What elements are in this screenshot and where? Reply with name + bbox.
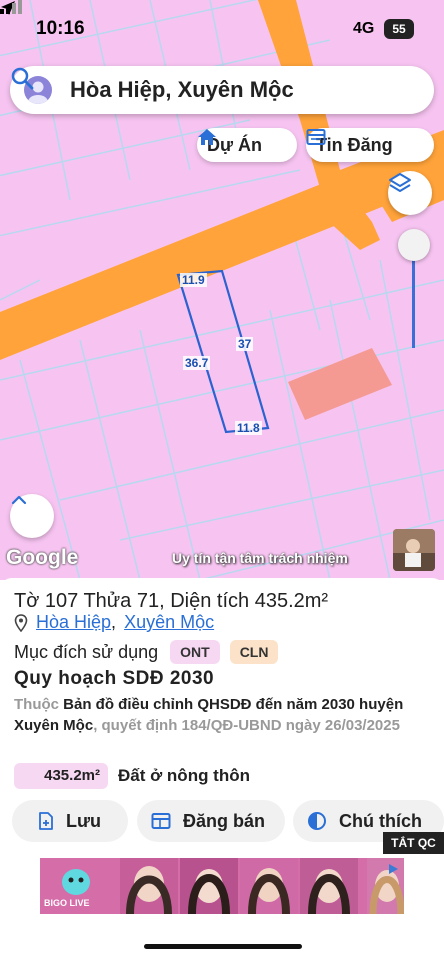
agent-thumbnail[interactable] bbox=[393, 529, 435, 571]
dim-bottom: 11.8 bbox=[235, 421, 262, 435]
map-view[interactable]: 11.9 37 36.7 11.8 10:16 4G 55 Hòa Hiệp, … bbox=[0, 0, 444, 580]
home-indicator[interactable] bbox=[144, 944, 302, 949]
ad-info-icon[interactable] bbox=[386, 862, 400, 876]
dim-right: 37 bbox=[236, 337, 254, 351]
ad-brand: BIGO LIVE bbox=[44, 898, 90, 908]
ad-photo-icon bbox=[240, 858, 298, 914]
plan-description: Thuộc Bản đồ điều chỉnh QHSDĐ đến năm 20… bbox=[14, 694, 434, 736]
dim-top: 11.9 bbox=[180, 273, 207, 287]
close-ad-button[interactable]: TẮT QC bbox=[383, 832, 444, 854]
plan-title: Quy hoạch SDĐ 2030 bbox=[14, 668, 215, 689]
location-separator: , bbox=[111, 612, 117, 632]
cell-signal-icon bbox=[0, 0, 22, 14]
search-query[interactable]: Hòa Hiệp, Xuyên Mộc bbox=[70, 77, 294, 103]
area-type: Đất ở nông thôn bbox=[118, 766, 250, 785]
half-circle-icon bbox=[308, 812, 326, 830]
land-code-badge: ONT bbox=[170, 640, 220, 664]
google-logo: Google bbox=[6, 546, 79, 569]
agent-photo-icon bbox=[393, 529, 435, 571]
add-file-icon bbox=[39, 812, 53, 830]
status-bar: 10:16 4G 55 bbox=[0, 0, 444, 60]
area-row: 435.2m² Đất ở nông thôn bbox=[14, 763, 250, 789]
house-icon bbox=[198, 129, 216, 145]
search-icon[interactable] bbox=[10, 66, 34, 90]
slogan-text: Uy tín tận tâm trách nhiệm bbox=[172, 550, 348, 566]
network-type: 4G bbox=[353, 20, 375, 37]
parcel-location: Hòa Hiệp , Xuyên Mộc bbox=[14, 612, 214, 633]
district-link[interactable]: Xuyên Mộc bbox=[124, 612, 214, 633]
status-time: 10:16 bbox=[36, 18, 85, 39]
layers-button[interactable] bbox=[388, 171, 432, 215]
land-use-row: Mục đích sử dụng ONT CLN bbox=[14, 640, 279, 664]
ad-photo-icon bbox=[300, 858, 358, 914]
save-button[interactable]: Lưu bbox=[12, 800, 128, 842]
ad-banner[interactable]: BIGO LIVE bbox=[40, 858, 404, 914]
commune-link[interactable]: Hòa Hiệp bbox=[36, 612, 111, 633]
battery-indicator: 55 bbox=[384, 19, 414, 39]
save-label: Lưu bbox=[66, 810, 102, 831]
listing-icon bbox=[306, 129, 326, 145]
action-bar: Lưu Đăng bán Chú thích bbox=[0, 800, 444, 842]
listing-label: Tin Đăng bbox=[316, 134, 393, 155]
area-chip: 435.2m² bbox=[14, 763, 108, 789]
chevron-up-icon bbox=[11, 495, 27, 505]
post-sale-button[interactable]: Đăng bán bbox=[137, 800, 285, 842]
parcel-heading: Tờ 107 Thửa 71, Diện tích 435.2m² bbox=[14, 590, 329, 612]
plan-prefix: Thuộc bbox=[14, 696, 59, 713]
project-button[interactable]: Dự Án bbox=[197, 128, 297, 162]
expand-button[interactable] bbox=[10, 494, 54, 538]
listing-icon bbox=[151, 813, 171, 829]
parcel-info-panel: Tờ 107 Thửa 71, Diện tích 435.2m² Hòa Hi… bbox=[0, 578, 444, 960]
ad-photo-icon bbox=[180, 858, 238, 914]
land-code-badge: CLN bbox=[229, 640, 279, 664]
land-use-label: Mục đích sử dụng bbox=[14, 641, 159, 662]
search-bar[interactable]: Hòa Hiệp, Xuyên Mộc bbox=[10, 66, 434, 114]
legend-label: Chú thích bbox=[339, 810, 422, 831]
listing-button[interactable]: Tin Đăng bbox=[306, 128, 434, 162]
map-pin-icon bbox=[14, 613, 28, 632]
opacity-slider-handle[interactable] bbox=[398, 229, 430, 261]
plan-decision: , quyết định 184/QĐ-UBND ngày 26/03/2025 bbox=[93, 717, 400, 734]
post-sale-label: Đăng bán bbox=[183, 810, 266, 831]
opacity-slider-track[interactable] bbox=[412, 250, 415, 348]
ad-photo-icon bbox=[120, 858, 178, 914]
dim-left: 36.7 bbox=[183, 356, 211, 370]
layers-icon bbox=[389, 173, 411, 192]
